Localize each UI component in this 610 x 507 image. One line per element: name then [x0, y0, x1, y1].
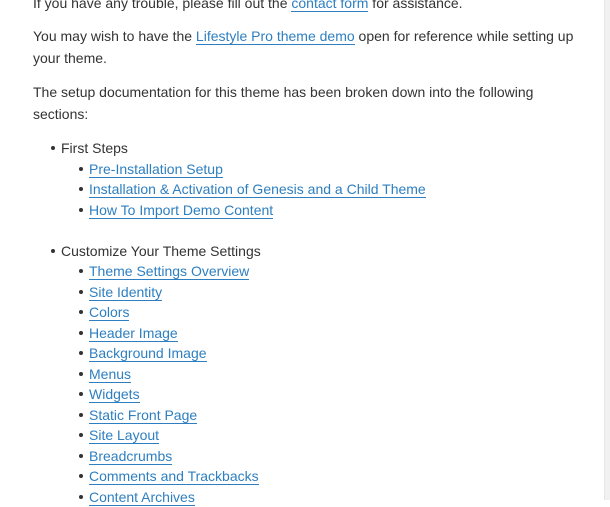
- page-scrollbar[interactable]: [604, 0, 610, 500]
- article-content: If you have any trouble, please fill out…: [33, 0, 583, 507]
- header-image-link[interactable]: Header Image: [89, 325, 178, 342]
- background-image-link[interactable]: Background Image: [89, 345, 207, 362]
- theme-settings-overview-link[interactable]: Theme Settings Overview: [89, 263, 249, 280]
- theme-demo-link[interactable]: Lifestyle Pro theme demo: [196, 28, 355, 45]
- breadcrumbs-link[interactable]: Breadcrumbs: [89, 448, 172, 465]
- trouble-text-before: If you have any trouble, please fill out…: [33, 0, 291, 11]
- list-item: Static Front Page: [89, 405, 583, 426]
- site-layout-link[interactable]: Site Layout: [89, 427, 159, 444]
- sections-intro-paragraph: The setup documentation for this theme h…: [33, 81, 583, 125]
- list-item: How To Import Demo Content: [89, 200, 583, 221]
- list-item: Comments and Trackbacks: [89, 466, 583, 487]
- contact-form-link[interactable]: contact form: [291, 0, 368, 12]
- list-item: Header Image: [89, 323, 583, 344]
- demo-paragraph: You may wish to have the Lifestyle Pro t…: [33, 25, 583, 69]
- widgets-link[interactable]: Widgets: [89, 386, 140, 403]
- list-item: Theme Settings Overview: [89, 261, 583, 282]
- list-item: Colors: [89, 302, 583, 323]
- import-demo-content-link[interactable]: How To Import Demo Content: [89, 202, 273, 219]
- content-archives-link[interactable]: Content Archives: [89, 489, 195, 506]
- sections-list: First Steps Pre-Installation Setup Insta…: [33, 138, 583, 507]
- first-steps-links: Pre-Installation Setup Installation & Ac…: [61, 159, 583, 221]
- customize-settings-links: Theme Settings Overview Site Identity Co…: [61, 261, 583, 507]
- section-title: First Steps: [61, 140, 128, 156]
- static-front-page-link[interactable]: Static Front Page: [89, 407, 197, 424]
- trouble-text-after: for assistance.: [368, 0, 462, 11]
- list-item: Widgets: [89, 384, 583, 405]
- list-item: Installation & Activation of Genesis and…: [89, 179, 583, 200]
- list-item: Site Identity: [89, 282, 583, 303]
- list-item: Content Archives: [89, 487, 583, 507]
- section-title: Customize Your Theme Settings: [61, 243, 261, 259]
- colors-link[interactable]: Colors: [89, 304, 129, 321]
- demo-text-before: You may wish to have the: [33, 28, 196, 44]
- list-item: Menus: [89, 364, 583, 385]
- installation-activation-link[interactable]: Installation & Activation of Genesis and…: [89, 181, 426, 198]
- list-item: Site Layout: [89, 425, 583, 446]
- list-item: Background Image: [89, 343, 583, 364]
- comments-trackbacks-link[interactable]: Comments and Trackbacks: [89, 468, 259, 485]
- menus-link[interactable]: Menus: [89, 366, 131, 383]
- list-item: Breadcrumbs: [89, 446, 583, 467]
- section-first-steps: First Steps Pre-Installation Setup Insta…: [61, 138, 583, 220]
- section-customize-settings: Customize Your Theme Settings Theme Sett…: [61, 241, 583, 507]
- list-item: Pre-Installation Setup: [89, 159, 583, 180]
- trouble-paragraph: If you have any trouble, please fill out…: [33, 0, 583, 14]
- pre-installation-setup-link[interactable]: Pre-Installation Setup: [89, 161, 223, 178]
- site-identity-link[interactable]: Site Identity: [89, 284, 162, 301]
